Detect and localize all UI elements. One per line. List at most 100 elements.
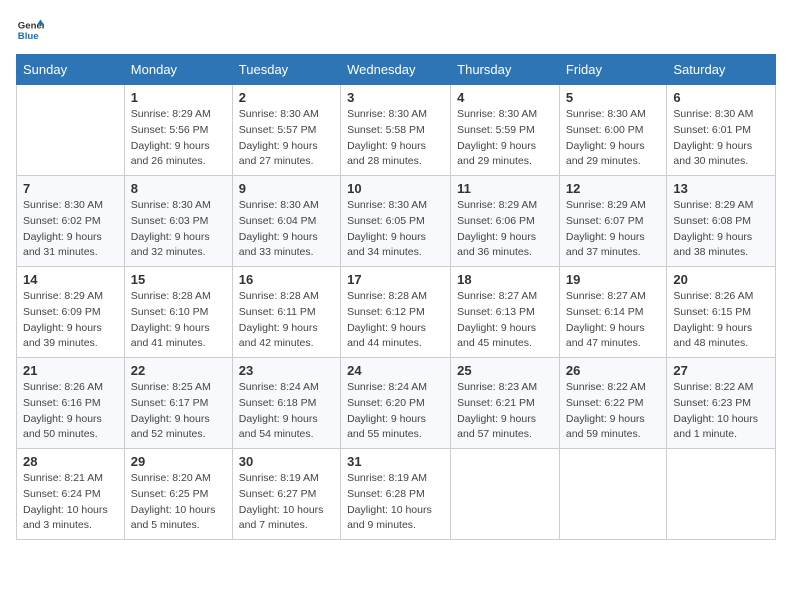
svg-text:Blue: Blue	[18, 31, 39, 42]
week-row-5: 28 Sunrise: 8:21 AM Sunset: 6:24 PM Dayli…	[17, 449, 776, 540]
day-cell: 20 Sunrise: 8:26 AM Sunset: 6:15 PM Dayli…	[667, 267, 776, 358]
day-detail: Sunrise: 8:26 AM Sunset: 6:15 PM Dayligh…	[673, 289, 769, 352]
day-number: 21	[23, 363, 118, 378]
day-cell: 4 Sunrise: 8:30 AM Sunset: 5:59 PM Daylig…	[451, 85, 560, 176]
day-cell: 27 Sunrise: 8:22 AM Sunset: 6:23 PM Dayli…	[667, 358, 776, 449]
day-detail: Sunrise: 8:29 AM Sunset: 6:09 PM Dayligh…	[23, 289, 118, 352]
day-number: 3	[347, 90, 444, 105]
day-cell: 26 Sunrise: 8:22 AM Sunset: 6:22 PM Dayli…	[559, 358, 667, 449]
day-detail: Sunrise: 8:24 AM Sunset: 6:18 PM Dayligh…	[239, 380, 334, 443]
week-row-1: 1 Sunrise: 8:29 AM Sunset: 5:56 PM Daylig…	[17, 85, 776, 176]
day-cell: 13 Sunrise: 8:29 AM Sunset: 6:08 PM Dayli…	[667, 176, 776, 267]
day-cell: 2Sunrise: 8:30 AM Sunset: 5:57 PM Daylig…	[232, 85, 340, 176]
day-number: 20	[673, 272, 769, 287]
day-detail: Sunrise: 8:21 AM Sunset: 6:24 PM Dayligh…	[23, 471, 118, 534]
day-cell: 11Sunrise: 8:29 AM Sunset: 6:06 PM Dayli…	[451, 176, 560, 267]
day-number: 23	[239, 363, 334, 378]
day-detail: Sunrise: 8:28 AM Sunset: 6:10 PM Dayligh…	[131, 289, 226, 352]
day-number: 31	[347, 454, 444, 469]
day-number: 17	[347, 272, 444, 287]
day-number: 5	[566, 90, 661, 105]
day-cell: 3Sunrise: 8:30 AM Sunset: 5:58 PM Daylig…	[341, 85, 451, 176]
day-cell: 24 Sunrise: 8:24 AM Sunset: 6:20 PM Dayli…	[341, 358, 451, 449]
day-cell	[667, 449, 776, 540]
day-detail: Sunrise: 8:30 AM Sunset: 6:01 PM Dayligh…	[673, 107, 769, 170]
logo: General Blue	[16, 16, 48, 44]
day-detail: Sunrise: 8:22 AM Sunset: 6:22 PM Dayligh…	[566, 380, 661, 443]
day-number: 29	[131, 454, 226, 469]
day-detail: Sunrise: 8:30 AM Sunset: 6:00 PM Dayligh…	[566, 107, 661, 170]
day-number: 14	[23, 272, 118, 287]
day-detail: Sunrise: 8:22 AM Sunset: 6:23 PM Dayligh…	[673, 380, 769, 443]
calendar-table: SundayMondayTuesdayWednesdayThursdayFrid…	[16, 54, 776, 540]
day-number: 28	[23, 454, 118, 469]
day-number: 8	[131, 181, 226, 196]
day-detail: Sunrise: 8:30 AM Sunset: 6:04 PM Dayligh…	[239, 198, 334, 261]
day-cell: 19Sunrise: 8:27 AM Sunset: 6:14 PM Dayli…	[559, 267, 667, 358]
logo-icon: General Blue	[16, 16, 44, 44]
day-number: 2	[239, 90, 334, 105]
day-number: 6	[673, 90, 769, 105]
day-cell	[451, 449, 560, 540]
day-detail: Sunrise: 8:30 AM Sunset: 5:59 PM Dayligh…	[457, 107, 553, 170]
day-cell: 23 Sunrise: 8:24 AM Sunset: 6:18 PM Dayli…	[232, 358, 340, 449]
day-number: 26	[566, 363, 661, 378]
day-detail: Sunrise: 8:19 AM Sunset: 6:28 PM Dayligh…	[347, 471, 444, 534]
calendar-header-row: SundayMondayTuesdayWednesdayThursdayFrid…	[17, 55, 776, 85]
day-cell: 15 Sunrise: 8:28 AM Sunset: 6:10 PM Dayli…	[124, 267, 232, 358]
day-cell	[17, 85, 125, 176]
day-cell: 9Sunrise: 8:30 AM Sunset: 6:04 PM Daylig…	[232, 176, 340, 267]
day-cell: 6 Sunrise: 8:30 AM Sunset: 6:01 PM Daylig…	[667, 85, 776, 176]
day-number: 10	[347, 181, 444, 196]
day-detail: Sunrise: 8:28 AM Sunset: 6:12 PM Dayligh…	[347, 289, 444, 352]
day-cell: 5 Sunrise: 8:30 AM Sunset: 6:00 PM Daylig…	[559, 85, 667, 176]
day-detail: Sunrise: 8:29 AM Sunset: 6:08 PM Dayligh…	[673, 198, 769, 261]
day-number: 25	[457, 363, 553, 378]
day-cell: 16Sunrise: 8:28 AM Sunset: 6:11 PM Dayli…	[232, 267, 340, 358]
day-number: 16	[239, 272, 334, 287]
week-row-2: 7 Sunrise: 8:30 AM Sunset: 6:02 PM Daylig…	[17, 176, 776, 267]
col-header-wednesday: Wednesday	[341, 55, 451, 85]
day-cell: 18Sunrise: 8:27 AM Sunset: 6:13 PM Dayli…	[451, 267, 560, 358]
day-cell: 10 Sunrise: 8:30 AM Sunset: 6:05 PM Dayli…	[341, 176, 451, 267]
day-cell: 21Sunrise: 8:26 AM Sunset: 6:16 PM Dayli…	[17, 358, 125, 449]
day-number: 15	[131, 272, 226, 287]
day-detail: Sunrise: 8:19 AM Sunset: 6:27 PM Dayligh…	[239, 471, 334, 534]
day-number: 7	[23, 181, 118, 196]
day-detail: Sunrise: 8:29 AM Sunset: 6:06 PM Dayligh…	[457, 198, 553, 261]
day-number: 12	[566, 181, 661, 196]
col-header-thursday: Thursday	[451, 55, 560, 85]
day-detail: Sunrise: 8:27 AM Sunset: 6:14 PM Dayligh…	[566, 289, 661, 352]
day-number: 13	[673, 181, 769, 196]
calendar-body: 1 Sunrise: 8:29 AM Sunset: 5:56 PM Daylig…	[17, 85, 776, 540]
day-cell: 12 Sunrise: 8:29 AM Sunset: 6:07 PM Dayli…	[559, 176, 667, 267]
day-cell: 30 Sunrise: 8:19 AM Sunset: 6:27 PM Dayli…	[232, 449, 340, 540]
day-cell: 17 Sunrise: 8:28 AM Sunset: 6:12 PM Dayli…	[341, 267, 451, 358]
week-row-3: 14 Sunrise: 8:29 AM Sunset: 6:09 PM Dayli…	[17, 267, 776, 358]
day-detail: Sunrise: 8:30 AM Sunset: 6:03 PM Dayligh…	[131, 198, 226, 261]
day-cell: 14 Sunrise: 8:29 AM Sunset: 6:09 PM Dayli…	[17, 267, 125, 358]
day-cell: 22 Sunrise: 8:25 AM Sunset: 6:17 PM Dayli…	[124, 358, 232, 449]
day-number: 27	[673, 363, 769, 378]
col-header-sunday: Sunday	[17, 55, 125, 85]
day-cell: 8 Sunrise: 8:30 AM Sunset: 6:03 PM Daylig…	[124, 176, 232, 267]
day-detail: Sunrise: 8:30 AM Sunset: 6:05 PM Dayligh…	[347, 198, 444, 261]
day-detail: Sunrise: 8:30 AM Sunset: 6:02 PM Dayligh…	[23, 198, 118, 261]
day-number: 30	[239, 454, 334, 469]
day-cell: 25Sunrise: 8:23 AM Sunset: 6:21 PM Dayli…	[451, 358, 560, 449]
day-cell: 28 Sunrise: 8:21 AM Sunset: 6:24 PM Dayli…	[17, 449, 125, 540]
day-detail: Sunrise: 8:29 AM Sunset: 5:56 PM Dayligh…	[131, 107, 226, 170]
day-number: 24	[347, 363, 444, 378]
day-detail: Sunrise: 8:25 AM Sunset: 6:17 PM Dayligh…	[131, 380, 226, 443]
day-detail: Sunrise: 8:24 AM Sunset: 6:20 PM Dayligh…	[347, 380, 444, 443]
col-header-tuesday: Tuesday	[232, 55, 340, 85]
day-number: 4	[457, 90, 553, 105]
col-header-saturday: Saturday	[667, 55, 776, 85]
col-header-friday: Friday	[559, 55, 667, 85]
day-detail: Sunrise: 8:27 AM Sunset: 6:13 PM Dayligh…	[457, 289, 553, 352]
day-cell: 29Sunrise: 8:20 AM Sunset: 6:25 PM Dayli…	[124, 449, 232, 540]
day-cell: 31 Sunrise: 8:19 AM Sunset: 6:28 PM Dayli…	[341, 449, 451, 540]
day-number: 22	[131, 363, 226, 378]
day-number: 1	[131, 90, 226, 105]
day-detail: Sunrise: 8:29 AM Sunset: 6:07 PM Dayligh…	[566, 198, 661, 261]
